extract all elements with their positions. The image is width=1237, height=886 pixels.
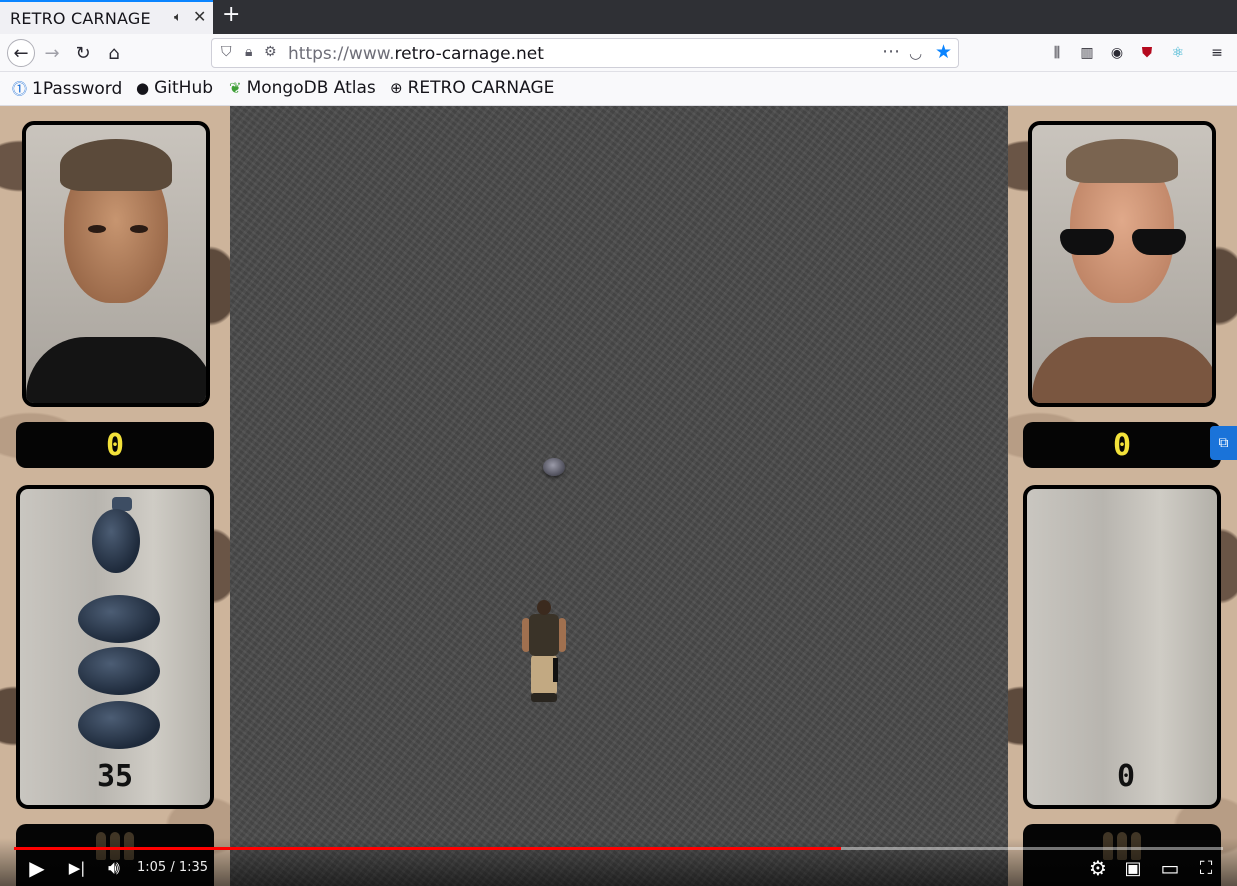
url-bar[interactable]: ⛉ 🔒︎ ⚙ https://www.retro-carnage.net ⋯ ◡… — [211, 38, 959, 68]
1password-icon: ⓵ — [12, 80, 28, 98]
bookmark-retro-carnage[interactable]: ⊕ RETRO CARNAGE — [390, 78, 554, 98]
game-canvas[interactable]: 0 35 0 0 — [0, 106, 1237, 886]
bookmark-star-icon[interactable]: ★ — [935, 41, 952, 63]
player2-portrait — [1028, 121, 1216, 407]
playfield[interactable] — [230, 106, 1008, 886]
url-text[interactable]: https://www.retro-carnage.net — [288, 44, 544, 64]
player2-panel: 0 0 — [1008, 106, 1237, 886]
player1-portrait — [22, 121, 210, 407]
tab-title: RETRO CARNAGE — [10, 8, 151, 28]
theater-mode-icon[interactable]: ▭ — [1157, 856, 1183, 880]
navigation-toolbar: ← → ↻ ⌂ ⛉ 🔒︎ ⚙ https://www.retro-carnage… — [0, 34, 1237, 72]
mongodb-leaf-icon: ❦ — [229, 79, 242, 97]
video-progress-fill — [14, 847, 841, 850]
home-button[interactable]: ⌂ — [100, 39, 128, 67]
bookmark-github[interactable]: ● GitHub — [136, 78, 213, 98]
picture-in-picture-toggle[interactable]: ⧉ — [1210, 426, 1237, 460]
video-time: 1:05 / 1:35 — [137, 860, 209, 875]
miniplayer-icon[interactable]: ▣ — [1122, 856, 1144, 880]
account-icon[interactable]: ◉ — [1108, 44, 1126, 62]
player1-score: 0 — [105, 427, 125, 463]
grenade-icon — [78, 701, 160, 749]
bookmarks-toolbar: ⓵ 1Password ● GitHub ❦ MongoDB Atlas ⊕ R… — [0, 72, 1237, 106]
player1-ammo-box: 35 — [16, 485, 214, 809]
speaker-icon[interactable]: 🔈︎ — [174, 10, 182, 25]
player1-panel: 0 35 — [0, 106, 230, 886]
new-tab-button[interactable]: + — [222, 2, 240, 27]
bookmark-1password[interactable]: ⓵ 1Password — [12, 78, 122, 99]
next-icon[interactable]: ▶| — [66, 856, 88, 880]
shield-icon[interactable]: ⛉ — [221, 44, 232, 60]
volume-icon[interactable]: 🔊︎ — [102, 856, 126, 880]
pocket-icon[interactable]: ◡ — [909, 44, 922, 62]
page-actions-icon[interactable]: ⋯ — [882, 41, 900, 62]
player1-ammo-count: 35 — [96, 759, 134, 794]
react-devtools-icon[interactable]: ⚛ — [1169, 44, 1187, 62]
reload-button[interactable]: ↻ — [69, 39, 97, 67]
landmine — [543, 458, 565, 476]
settings-gear-icon[interactable]: ⚙ — [1087, 856, 1109, 880]
grenade-icon — [92, 509, 140, 573]
forward-button[interactable]: → — [38, 39, 66, 67]
ublock-icon[interactable]: ⛊ — [1138, 44, 1156, 62]
sidebar-icon[interactable]: ▥ — [1078, 44, 1096, 62]
player2-score-box: 0 — [1023, 422, 1221, 468]
player2-ammo-box: 0 — [1023, 485, 1221, 809]
player2-score: 0 — [1112, 427, 1132, 463]
lock-icon[interactable]: 🔒︎ — [245, 44, 252, 60]
permissions-icon[interactable]: ⚙ — [264, 44, 277, 60]
bookmark-mongodb-atlas[interactable]: ❦ MongoDB Atlas — [229, 78, 376, 98]
player-soldier — [520, 600, 568, 704]
github-icon: ● — [136, 79, 150, 97]
play-icon[interactable]: ▶ — [26, 856, 48, 880]
library-icon[interactable]: ⫼ — [1048, 44, 1066, 62]
video-progress-bar[interactable] — [14, 847, 1223, 850]
player1-score-box: 0 — [16, 422, 214, 468]
close-icon[interactable]: ✕ — [193, 7, 206, 26]
back-button[interactable]: ← — [7, 39, 35, 67]
grenade-icon — [78, 647, 160, 695]
tab-retro-carnage[interactable]: RETRO CARNAGE 🔈︎ ✕ — [0, 0, 213, 34]
menu-icon[interactable]: ≡ — [1208, 44, 1226, 62]
grenade-icon — [78, 595, 160, 643]
fullscreen-icon[interactable]: ⛶ — [1195, 856, 1217, 880]
player2-ammo-count: 0 — [1116, 759, 1136, 794]
tab-strip: RETRO CARNAGE 🔈︎ ✕ + — [0, 0, 1237, 34]
globe-icon: ⊕ — [390, 79, 403, 97]
